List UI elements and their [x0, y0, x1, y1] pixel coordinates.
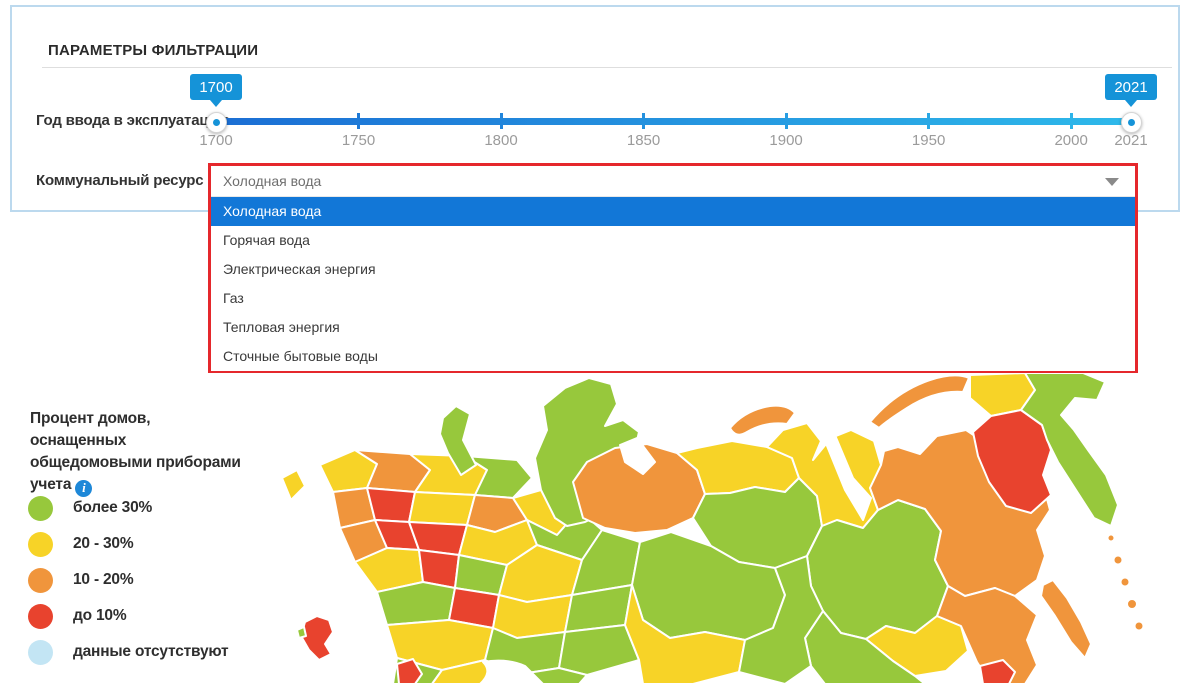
slider-tick-mark	[927, 113, 930, 129]
year-slider-min-handle[interactable]	[206, 112, 227, 133]
slider-tick-label: 2000	[1041, 132, 1101, 149]
legend-title: Процент домов, оснащенных общедомовыми п…	[30, 408, 250, 497]
year-range-slider-track[interactable]	[216, 118, 1131, 125]
resource-options-list: Холодная вода Горячая вода Электрическая…	[211, 197, 1135, 371]
option-sewage[interactable]: Сточные бытовые воды	[211, 342, 1135, 371]
slider-tick-mark	[357, 113, 360, 129]
legend-color-dot	[28, 532, 53, 557]
map-region[interactable]	[493, 595, 572, 638]
slider-tick-label: 1700	[186, 132, 246, 149]
handle-dot-icon	[213, 119, 220, 126]
slider-tick-mark	[500, 113, 503, 129]
slider-tick-label: 1850	[614, 132, 674, 149]
resource-dropdown-highlight-box: Холодная вода Холодная вода Горячая вода…	[208, 163, 1138, 373]
map-region[interactable]	[1114, 556, 1122, 564]
year-max-tooltip-arrow	[1125, 100, 1137, 107]
map-region[interactable]	[377, 582, 455, 625]
option-thermal-energy[interactable]: Тепловая энергия	[211, 313, 1135, 342]
slider-tick-label: 2021	[1101, 132, 1161, 149]
resource-select[interactable]: Холодная вода	[211, 166, 1135, 197]
legend-color-dot	[28, 496, 53, 521]
legend-item: 20 - 30%	[28, 526, 228, 562]
slider-tick-label: 1900	[756, 132, 816, 149]
legend-color-dot	[28, 568, 53, 593]
resource-label: Коммунальный ресурс	[36, 172, 203, 189]
map-region[interactable]	[301, 616, 333, 660]
map-region[interactable]	[1108, 535, 1114, 541]
panel-divider	[42, 67, 1172, 68]
map-legend: более 30% 20 - 30% 10 - 20% до 10% данны…	[28, 490, 228, 670]
slider-tick-label: 1750	[329, 132, 389, 149]
year-min-tooltip-arrow	[210, 100, 222, 107]
handle-dot-icon	[1128, 119, 1135, 126]
legend-color-dot	[28, 640, 53, 665]
slider-tick-mark	[642, 113, 645, 129]
map-region[interactable]	[297, 627, 306, 638]
slider-tick-label: 1800	[471, 132, 531, 149]
resource-select-value: Холодная вода	[223, 173, 321, 189]
map-region[interactable]	[282, 470, 305, 500]
year-slider-label: Год ввода в эксплуатацию	[36, 112, 230, 129]
legend-item: данные отсутствуют	[28, 634, 228, 670]
option-hot-water[interactable]: Горячая вода	[211, 226, 1135, 255]
map-region[interactable]	[1135, 622, 1143, 630]
year-slider-max-handle[interactable]	[1121, 112, 1142, 133]
map-region[interactable]	[870, 375, 969, 428]
map-region[interactable]	[1128, 600, 1137, 609]
year-max-tooltip: 2021	[1105, 74, 1157, 100]
option-cold-water[interactable]: Холодная вода	[211, 197, 1135, 226]
slider-tick-mark	[1070, 113, 1073, 129]
page: ПАРАМЕТРЫ ФИЛЬТРАЦИИ Год ввода в эксплуа…	[0, 0, 1189, 684]
slider-tick-mark	[785, 113, 788, 129]
legend-item: до 10%	[28, 598, 228, 634]
option-electric-energy[interactable]: Электрическая энергия	[211, 255, 1135, 284]
panel-title: ПАРАМЕТРЫ ФИЛЬТРАЦИИ	[48, 42, 258, 59]
map-region[interactable]	[1121, 578, 1129, 586]
legend-color-dot	[28, 604, 53, 629]
option-gas[interactable]: Газ	[211, 284, 1135, 313]
legend-item: 10 - 20%	[28, 562, 228, 598]
slider-tick-label: 1950	[899, 132, 959, 149]
russia-choropleth-map[interactable]	[225, 370, 1189, 684]
map-region[interactable]	[1041, 580, 1091, 658]
legend-item: более 30%	[28, 490, 228, 526]
map-region[interactable]	[409, 492, 475, 525]
chevron-down-icon	[1105, 178, 1119, 186]
map-region[interactable]	[367, 488, 415, 522]
year-min-tooltip: 1700	[190, 74, 242, 100]
